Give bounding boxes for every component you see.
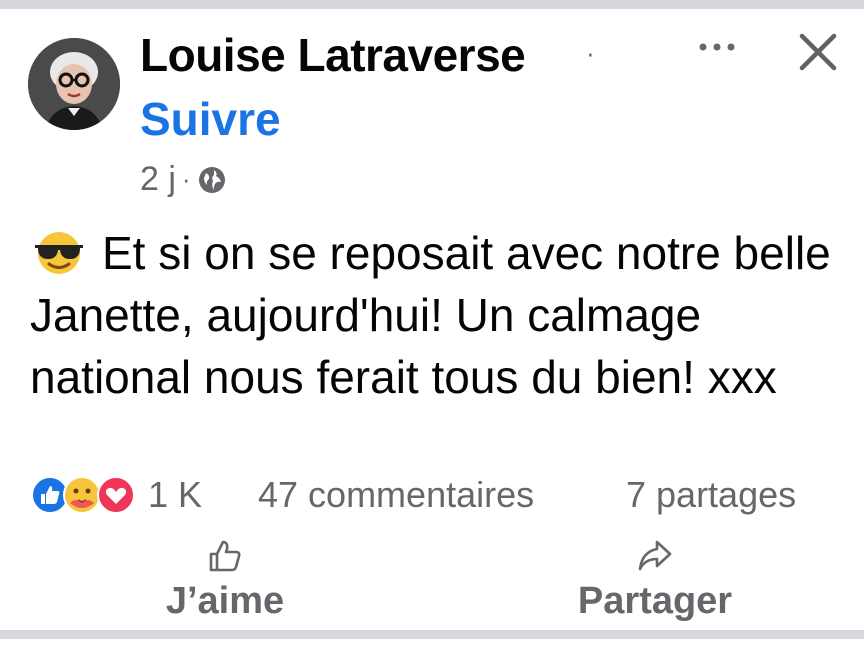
thumbs-up-icon [209,540,241,572]
close-button[interactable] [794,28,842,76]
like-label: J’aime [165,580,285,622]
reaction-summary[interactable]: 1 K [30,474,202,516]
profile-photo [28,38,120,130]
like-button[interactable]: J’aime [150,536,300,623]
more-options-button[interactable] [693,32,741,62]
post-meta: 2 j · [140,160,227,199]
bottom-divider [0,630,864,639]
reaction-icons [30,475,142,515]
globe-icon [198,166,225,193]
author-name[interactable]: Louise Latraverse [140,28,526,82]
meta-separator: · [181,164,191,194]
reaction-count[interactable]: 1 K [148,474,202,516]
love-reaction-icon [97,476,135,514]
comments-count[interactable]: 47 commentaires [258,474,534,516]
name-separator: · [586,38,595,68]
shares-count[interactable]: 7 partages [626,474,796,516]
post-text: Et si on se reposait avec notre belle Ja… [30,222,845,408]
post-time[interactable]: 2 j [140,160,176,199]
follow-button[interactable]: Suivre [140,92,281,146]
post-body: Et si on se reposait avec notre belle Ja… [30,227,831,403]
share-button[interactable]: Partager [560,536,750,623]
avatar[interactable] [28,38,120,130]
more-options-icon [699,43,735,51]
close-icon [799,33,837,71]
share-arrow-icon [638,540,672,571]
top-divider [0,0,864,9]
share-label: Partager [577,580,733,622]
sunglasses-face-emoji [35,232,83,274]
